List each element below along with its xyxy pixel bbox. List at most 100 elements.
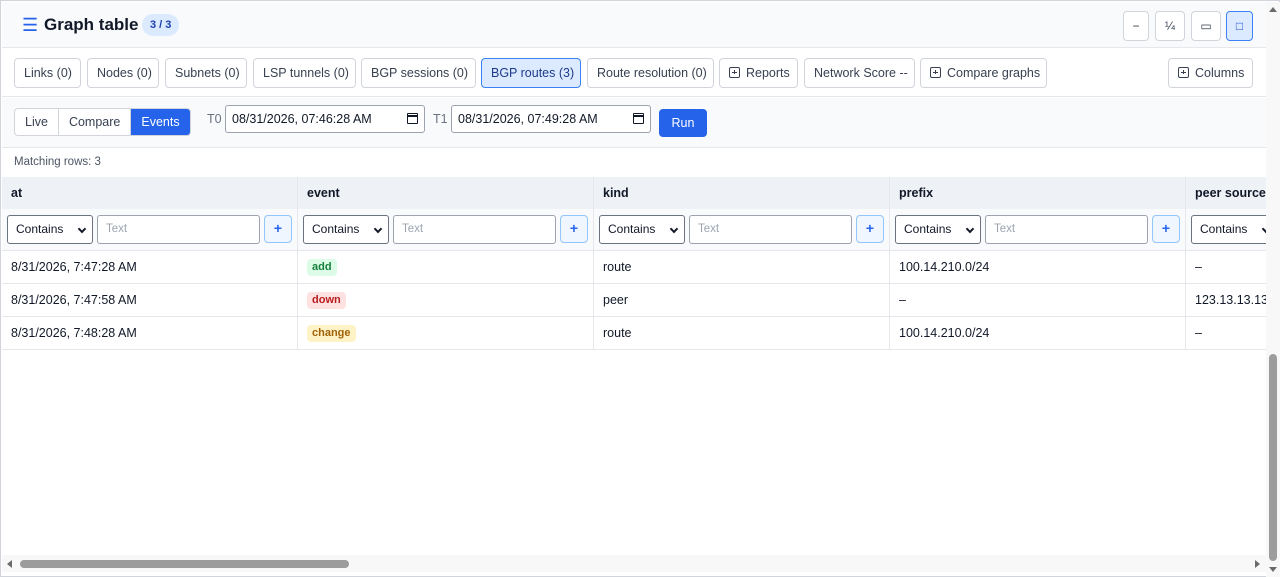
filter-row-at: Contains Text +	[2, 209, 298, 251]
column-header-prefix[interactable]: prefix	[890, 177, 1186, 209]
table-cell: 8/31/2026, 7:47:58 AM	[2, 284, 298, 317]
filter-mode-value: Contains	[608, 222, 656, 236]
events-table: at Contains Text + 8/31/2026, 7:47:28 AM…	[2, 177, 1266, 350]
scroll-down-icon[interactable]	[1269, 567, 1277, 572]
t1-label: T1	[433, 112, 448, 126]
add-filter-button[interactable]: +	[560, 215, 588, 243]
scroll-right-icon[interactable]	[1255, 560, 1260, 568]
horizontal-scroll-thumb[interactable]	[20, 560, 349, 568]
table-cell: –	[1186, 251, 1266, 284]
tab-subnets[interactable]: Subnets (0)	[165, 58, 247, 88]
maximize-button[interactable]: □	[1226, 11, 1253, 41]
t0-value: 08/31/2026, 07:46:28 AM	[232, 112, 372, 126]
event-badge: add	[307, 259, 337, 276]
compare-graphs-label: Compare graphs	[947, 66, 1041, 80]
column-header-peer-source[interactable]: peer source	[1186, 177, 1266, 209]
count-badge: 3 / 3	[142, 14, 180, 36]
filter-mode-value: Contains	[312, 222, 360, 236]
filter-row-peer-source: Contains Text +	[1186, 209, 1266, 251]
scroll-left-icon[interactable]	[7, 560, 12, 568]
reports-label: Reports	[746, 66, 790, 80]
chevron-down-icon	[669, 224, 679, 234]
add-filter-button[interactable]: +	[1152, 215, 1180, 243]
chevron-down-icon	[77, 224, 87, 234]
tab-network-score[interactable]: Network Score --	[804, 58, 915, 88]
hamburger-icon[interactable]: ☰	[22, 15, 38, 35]
t1-datetime-input[interactable]: 08/31/2026, 07:49:28 AM	[451, 105, 651, 133]
table-cell: –	[1186, 317, 1266, 350]
run-button[interactable]: Run	[659, 109, 707, 137]
filter-mode-select[interactable]: Contains	[1191, 215, 1266, 244]
column-prefix: prefix Contains Text + 100.14.210.0/24 –…	[890, 177, 1186, 350]
graph-table-window: ☰ Graph table 3 / 3 − ¼ ▭ □ Links (0) No…	[0, 0, 1280, 577]
mode-live[interactable]: Live	[15, 109, 59, 135]
add-filter-button[interactable]: +	[264, 215, 292, 243]
t1-value: 08/31/2026, 07:49:28 AM	[458, 112, 598, 126]
column-header-kind[interactable]: kind	[594, 177, 890, 209]
minimize-button[interactable]: −	[1123, 11, 1149, 41]
filter-mode-value: Contains	[904, 222, 952, 236]
columns-label: Columns	[1195, 66, 1245, 80]
event-badge: down	[307, 292, 346, 309]
table-cell: 100.14.210.0/24	[890, 317, 1186, 350]
table-cell: 8/31/2026, 7:48:28 AM	[2, 317, 298, 350]
chevron-down-icon	[373, 224, 383, 234]
columns-button[interactable]: Columns	[1168, 58, 1253, 88]
add-filter-button[interactable]: +	[856, 215, 884, 243]
column-event: event Contains Text + add down change	[298, 177, 594, 350]
table-cell: peer	[594, 284, 890, 317]
tab-bgp-routes[interactable]: BGP routes (3)	[481, 58, 581, 88]
plus-box-icon	[729, 67, 740, 78]
mode-events[interactable]: Events	[131, 109, 190, 135]
filter-mode-select[interactable]: Contains	[599, 215, 685, 244]
calendar-icon[interactable]	[407, 113, 418, 124]
filter-row-event: Contains Text +	[298, 209, 594, 251]
vertical-scrollbar[interactable]	[1266, 2, 1280, 577]
reports-button[interactable]: Reports	[719, 58, 798, 88]
plus-box-icon	[1178, 67, 1189, 78]
table-cell: route	[594, 317, 890, 350]
table-cell: add	[298, 251, 594, 284]
quarter-size-button[interactable]: ¼	[1155, 11, 1185, 41]
mode-compare[interactable]: Compare	[59, 109, 132, 135]
filter-mode-value: Contains	[1200, 222, 1248, 236]
tab-lsp-tunnels[interactable]: LSP tunnels (0)	[253, 58, 356, 88]
horizontal-scrollbar[interactable]	[2, 555, 1266, 572]
tab-nodes[interactable]: Nodes (0)	[87, 58, 159, 88]
t0-label: T0	[207, 112, 222, 126]
tab-bgp-sessions[interactable]: BGP sessions (0)	[361, 58, 476, 88]
table-cell: change	[298, 317, 594, 350]
filter-mode-select[interactable]: Contains	[895, 215, 981, 244]
vertical-scroll-thumb[interactable]	[1269, 354, 1277, 561]
filter-text-input[interactable]: Text	[393, 215, 556, 244]
column-kind: kind Contains Text + route peer route	[594, 177, 890, 350]
mode-switch: Live Compare Events	[14, 108, 191, 136]
column-peer-source: peer source Contains Text + – 123.13.13.…	[1186, 177, 1266, 350]
filter-row-kind: Contains Text +	[594, 209, 890, 251]
table-cell: 123.13.13.13	[1186, 284, 1266, 317]
filter-text-input[interactable]: Text	[97, 215, 260, 244]
column-header-at[interactable]: at	[2, 177, 298, 209]
chevron-down-icon	[965, 224, 975, 234]
table-cell: route	[594, 251, 890, 284]
filter-mode-select[interactable]: Contains	[303, 215, 389, 244]
tab-bar: Links (0) Nodes (0) Subnets (0) LSP tunn…	[2, 49, 1266, 97]
filter-mode-select[interactable]: Contains	[7, 215, 93, 244]
t0-datetime-input[interactable]: 08/31/2026, 07:46:28 AM	[225, 105, 425, 133]
compare-graphs-button[interactable]: Compare graphs	[920, 58, 1047, 88]
column-header-event[interactable]: event	[298, 177, 594, 209]
tab-route-resolution[interactable]: Route resolution (0)	[587, 58, 714, 88]
table-cell: 8/31/2026, 7:47:28 AM	[2, 251, 298, 284]
column-at: at Contains Text + 8/31/2026, 7:47:28 AM…	[2, 177, 298, 350]
filter-text-input[interactable]: Text	[985, 215, 1148, 244]
calendar-icon[interactable]	[633, 113, 644, 124]
controls-bar: Live Compare Events T0 08/31/2026, 07:46…	[2, 98, 1266, 148]
scroll-up-icon[interactable]	[1269, 7, 1277, 12]
matching-rows-count: Matching rows: 3	[14, 156, 101, 168]
filter-text-input[interactable]: Text	[689, 215, 852, 244]
filter-mode-value: Contains	[16, 222, 64, 236]
event-badge: change	[307, 325, 356, 342]
half-size-button[interactable]: ▭	[1191, 11, 1221, 41]
table-cell: down	[298, 284, 594, 317]
tab-links[interactable]: Links (0)	[14, 58, 81, 88]
